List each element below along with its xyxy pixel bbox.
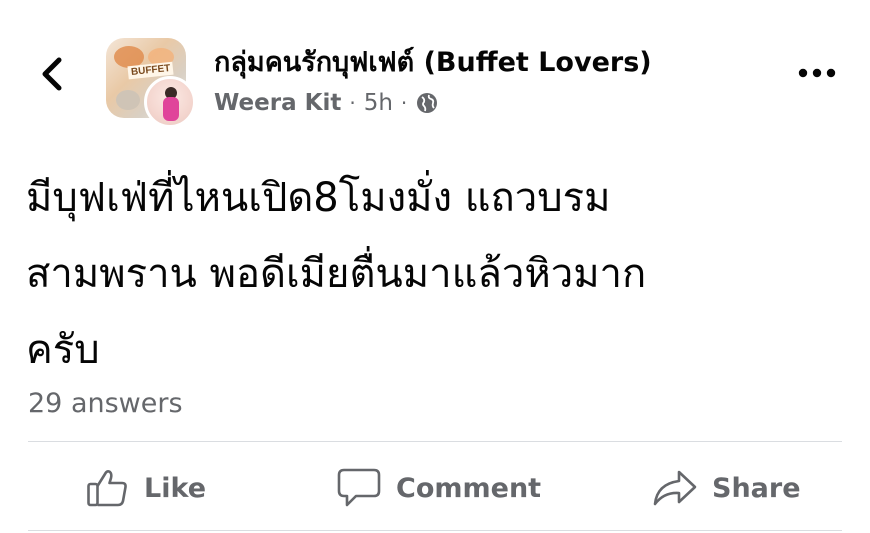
like-button[interactable]: Like bbox=[86, 462, 206, 514]
back-button[interactable] bbox=[28, 50, 76, 98]
avatar-food-shape bbox=[116, 90, 140, 110]
post-text-line: มีบุฟเฟ่ที่ไหนเปิด8โมงมั่ง แถวบรม bbox=[26, 175, 611, 221]
divider bbox=[28, 530, 842, 531]
post-meta: Weera Kit · 5h · bbox=[214, 88, 439, 118]
answers-count-link[interactable]: 29 answers bbox=[28, 388, 183, 419]
globe-icon bbox=[417, 93, 438, 113]
meta-separator: · bbox=[349, 91, 356, 115]
post-text-line: ครับ bbox=[26, 327, 100, 373]
group-name-link[interactable]: กลุ่มคนรักบุฟเฟต์ (Buffet Lovers) bbox=[214, 40, 652, 83]
comment-bubble-icon bbox=[337, 468, 381, 507]
avatar-figure-body bbox=[163, 97, 179, 121]
post-body: มีบุฟเฟ่ที่ไหนเปิด8โมงมั่ง แถวบรม สามพรา… bbox=[26, 160, 826, 388]
share-label: Share bbox=[712, 472, 801, 504]
share-button[interactable]: Share bbox=[652, 462, 801, 514]
like-label: Like bbox=[144, 472, 207, 504]
author-avatar[interactable] bbox=[144, 76, 196, 128]
comment-label: Comment bbox=[396, 472, 542, 504]
post-page: BUFFET กลุ่มคนรักบุฟเฟต์ (Buffet Lovers)… bbox=[0, 0, 870, 533]
post-text-line: สามพราน พอดีเมียตื่นมาแล้วหิวมาก bbox=[26, 251, 647, 297]
more-options-button[interactable] bbox=[792, 58, 842, 88]
more-horizontal-icon bbox=[798, 68, 836, 78]
comment-button[interactable]: Comment bbox=[336, 462, 541, 514]
author-name-link[interactable]: Weera Kit bbox=[214, 90, 341, 116]
post-time[interactable]: 5h bbox=[364, 90, 393, 116]
divider bbox=[28, 441, 842, 442]
chevron-left-icon bbox=[42, 57, 62, 91]
share-arrow-icon bbox=[653, 470, 697, 506]
thumbs-up-icon bbox=[87, 470, 127, 507]
meta-separator: · bbox=[400, 91, 408, 115]
